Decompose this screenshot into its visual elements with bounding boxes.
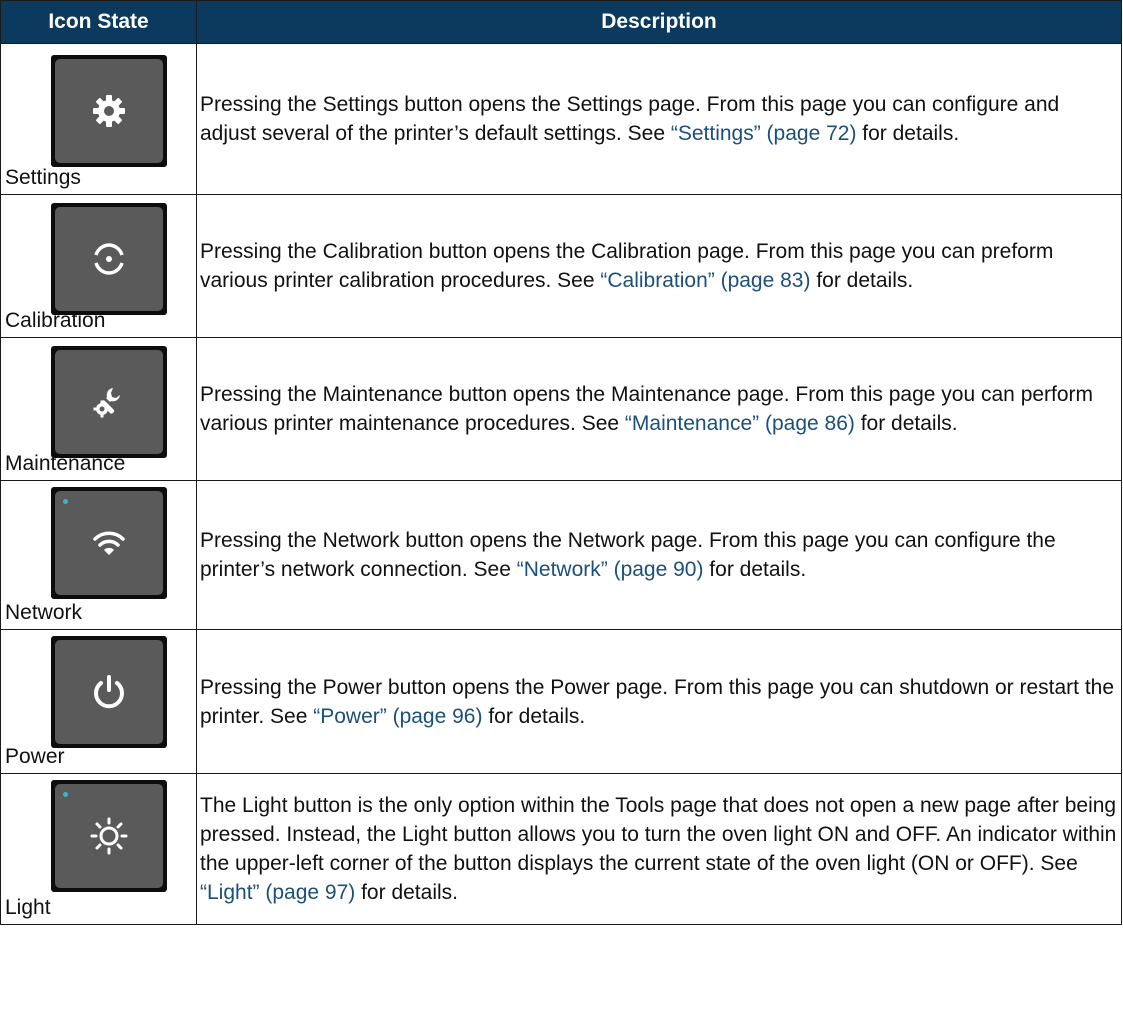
table-row-network: Network Pressing the Network button open… — [0, 480, 1122, 630]
network-page-link[interactable]: “Network” (page 90) — [517, 558, 704, 581]
icon-state-cell: Maintenance — [0, 337, 197, 481]
icon-label-calibration: Calibration — [5, 309, 106, 332]
wifi-icon — [91, 528, 127, 558]
description-cell: Pressing the Calibration button opens th… — [196, 194, 1122, 338]
column-header-description: Description — [196, 0, 1122, 44]
sun-light-icon — [89, 816, 129, 856]
description-text: Pressing the Power button opens the Powe… — [200, 675, 1115, 728]
status-indicator-icon — [63, 792, 68, 797]
table-row-calibration: Calibration Pressing the Calibration but… — [0, 194, 1122, 338]
settings-page-link[interactable]: “Settings” (page 72) — [671, 122, 857, 145]
icon-state-cell: Calibration — [0, 194, 197, 338]
light-page-link[interactable]: “Light” (page 97) — [200, 881, 355, 904]
wrench-gear-icon — [91, 384, 127, 420]
icon-label-light: Light — [5, 896, 51, 919]
icon-label-settings: Settings — [5, 166, 81, 189]
icon-label-power: Power — [5, 745, 65, 768]
icon-state-cell: Light — [0, 773, 197, 925]
description-text: Pressing the Network button opens the Ne… — [200, 529, 1056, 581]
description-cell: The Light button is the only option with… — [196, 773, 1122, 925]
power-icon — [90, 673, 128, 711]
icon-state-table: Icon State Description Settings Pressing… — [0, 0, 1122, 925]
description-text: Pressing the Calibration button opens th… — [200, 240, 1054, 292]
network-button[interactable] — [51, 487, 167, 599]
table-header-row: Icon State Description — [0, 0, 1122, 44]
settings-button[interactable] — [51, 55, 167, 167]
maintenance-button[interactable] — [51, 346, 167, 458]
gear-icon — [92, 94, 126, 128]
icon-state-cell: Settings — [0, 43, 197, 195]
calibration-button[interactable] — [51, 203, 167, 315]
description-text: Pressing the Settings button opens the S… — [200, 93, 1060, 145]
table-row-power: Power Pressing the Power button opens th… — [0, 629, 1122, 774]
table-row-settings: Settings Pressing the Settings button op… — [0, 43, 1122, 195]
description-cell: Pressing the Maintenance button opens th… — [196, 337, 1122, 481]
description-cell: Pressing the Settings button opens the S… — [196, 43, 1122, 195]
icon-state-cell: Power — [0, 629, 197, 774]
power-page-link[interactable]: “Power” (page 96) — [313, 705, 482, 728]
power-button[interactable] — [51, 636, 167, 748]
icon-label-network: Network — [5, 601, 83, 624]
calibration-page-link[interactable]: “Calibration” (page 83) — [600, 269, 810, 292]
light-button[interactable] — [51, 780, 167, 892]
table-row-maintenance: Maintenance Pressing the Maintenance but… — [0, 337, 1122, 481]
status-indicator-icon — [63, 499, 68, 504]
description-text: Pressing the Maintenance button opens th… — [200, 383, 1094, 435]
table-row-light: Light The Light button is the only optio… — [0, 773, 1122, 925]
description-text: The Light button is the only option with… — [200, 794, 1117, 904]
description-cell: Pressing the Network button opens the Ne… — [196, 480, 1122, 630]
maintenance-page-link[interactable]: “Maintenance” (page 86) — [625, 412, 855, 435]
icon-label-maintenance: Maintenance — [5, 452, 126, 475]
description-cell: Pressing the Power button opens the Powe… — [196, 629, 1122, 774]
icon-state-cell: Network — [0, 480, 197, 630]
calibration-target-icon — [91, 241, 127, 277]
column-header-icon-state: Icon State — [0, 0, 197, 44]
